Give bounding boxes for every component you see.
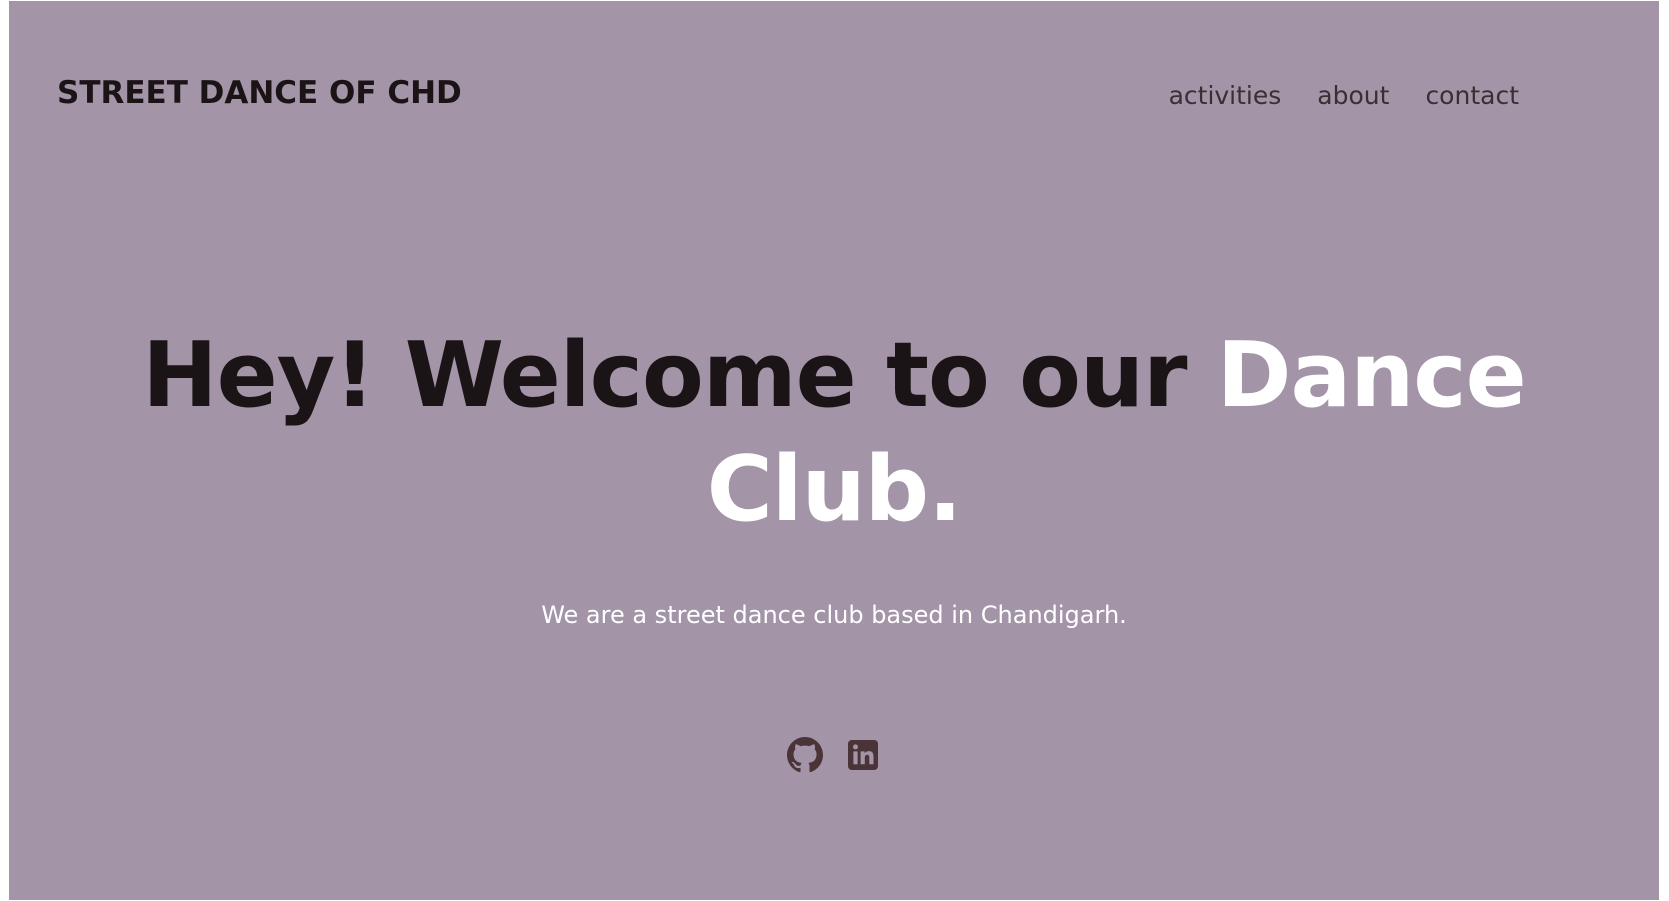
github-link[interactable] <box>787 737 823 773</box>
hero-subtitle: We are a street dance club based in Chan… <box>541 601 1127 629</box>
linkedin-link[interactable] <box>845 737 881 773</box>
github-icon <box>787 737 823 773</box>
hero-title: Hey! Welcome to our Dance Club. <box>109 319 1559 547</box>
navbar: STREET DANCE OF CHD activities about con… <box>9 1 1659 191</box>
linkedin-icon <box>848 740 878 770</box>
social-links <box>9 737 1659 773</box>
nav-links: activities about contact <box>1169 81 1519 110</box>
nav-link-contact[interactable]: contact <box>1425 81 1519 110</box>
page: STREET DANCE OF CHD activities about con… <box>9 1 1659 900</box>
hero-title-main: Hey! Welcome to our <box>142 323 1217 428</box>
brand-title[interactable]: STREET DANCE OF CHD <box>57 75 462 111</box>
nav-link-activities[interactable]: activities <box>1169 81 1282 110</box>
nav-link-about[interactable]: about <box>1317 81 1389 110</box>
